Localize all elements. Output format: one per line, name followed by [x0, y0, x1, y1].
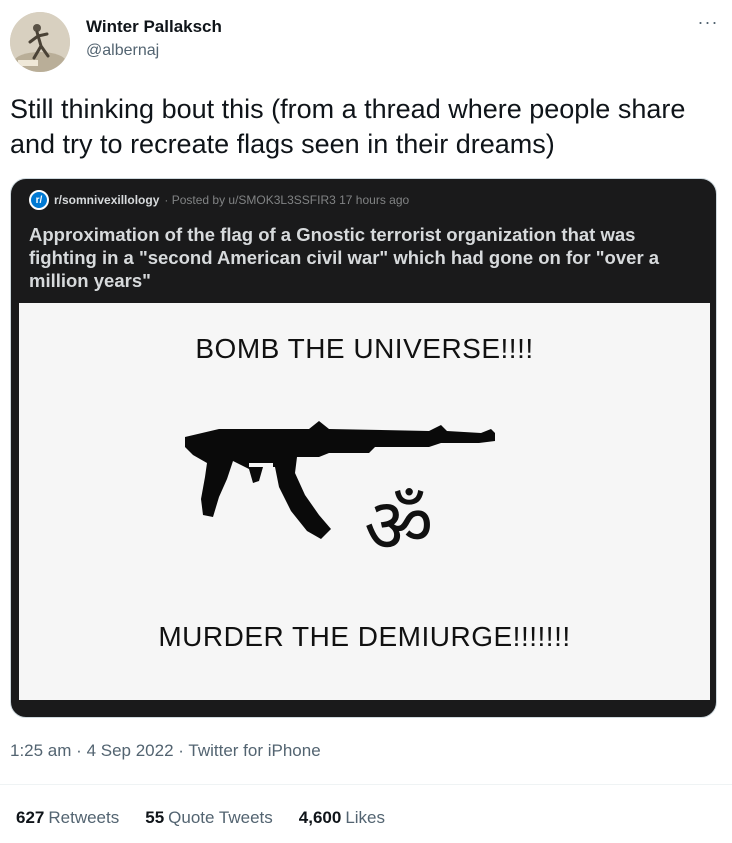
- author-name[interactable]: Winter Pallaksch: [86, 17, 222, 37]
- flag-bottom-text: MURDER THE DEMIURGE!!!!!!!: [158, 621, 571, 652]
- meta-separator: ·: [178, 741, 184, 760]
- retweets-count: 627: [16, 808, 45, 827]
- subreddit-icon: r/: [29, 190, 49, 210]
- card-bottom-strip: [19, 700, 710, 713]
- tweet-time[interactable]: 1:25 am: [10, 741, 71, 760]
- subreddit-name: r/somnivexillology: [54, 193, 160, 207]
- rifle-silhouette-icon: [185, 421, 495, 539]
- om-symbol: ॐ: [364, 481, 434, 570]
- reddit-post-screenshot: r/ r/somnivexillology · Posted by u/SMOK…: [19, 185, 710, 713]
- retweets-stat[interactable]: 627 Retweets: [16, 808, 119, 828]
- flag-top-text: BOMB THE UNIVERSE!!!!: [195, 333, 534, 364]
- post-title: Approximation of the flag of a Gnostic t…: [29, 224, 660, 291]
- meta-separator: ·: [76, 741, 82, 760]
- quote-tweets-count: 55: [145, 808, 165, 827]
- tweet-date[interactable]: 4 Sep 2022: [87, 741, 174, 760]
- divider: [0, 784, 732, 785]
- tweet-meta: 1:25 am · 4 Sep 2022 · Twitter for iPhon…: [10, 741, 321, 761]
- likes-stat[interactable]: 4,600 Likes: [299, 808, 385, 828]
- embedded-image[interactable]: r/ r/somnivexillology · Posted by u/SMOK…: [10, 178, 717, 718]
- quote-tweets-label: Quote Tweets: [168, 808, 273, 827]
- tweet-stats: 627 Retweets 55 Quote Tweets 4,600 Likes: [16, 808, 385, 828]
- more-options-icon[interactable]: ···: [693, 13, 723, 36]
- tweet-text: Still thinking bout this (from a thread …: [10, 94, 686, 159]
- author-handle[interactable]: @albernaj: [86, 42, 159, 60]
- likes-count: 4,600: [298, 808, 342, 827]
- avatar[interactable]: [10, 12, 70, 72]
- quote-tweets-stat[interactable]: 55 Quote Tweets: [145, 808, 273, 828]
- flag-image: BOMB THE UNIVERSE!!!! ॐ MURDER THE DEMIU…: [19, 303, 710, 700]
- vintage-figure-avatar-icon: [10, 12, 70, 72]
- post-header: r/ r/somnivexillology · Posted by u/SMOK…: [29, 189, 409, 211]
- likes-label: Likes: [345, 808, 385, 827]
- tweet-source[interactable]: Twitter for iPhone: [188, 741, 320, 760]
- posted-by: · Posted by u/SMOK3L3SSFIR3 17 hours ago: [164, 193, 410, 207]
- retweets-label: Retweets: [48, 808, 120, 827]
